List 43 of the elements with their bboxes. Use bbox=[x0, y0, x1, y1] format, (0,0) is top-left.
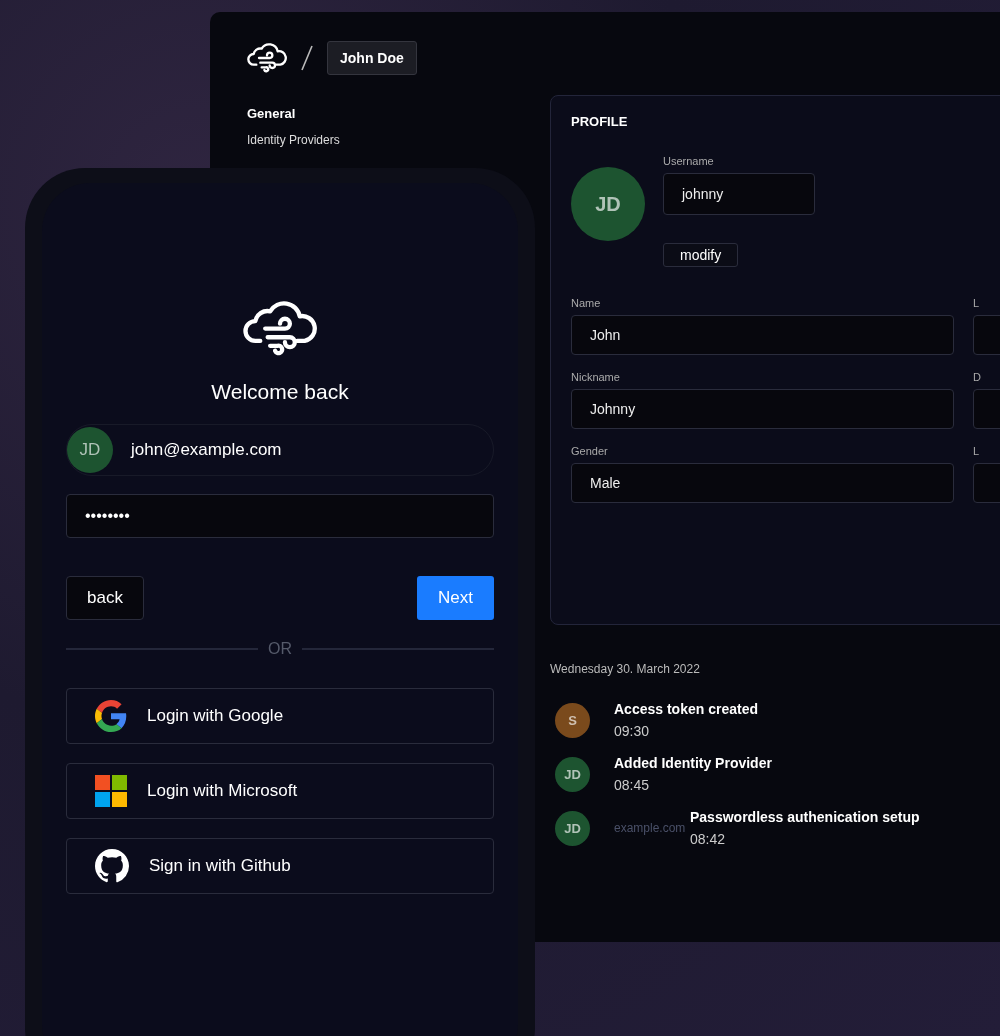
activity-time: 08:45 bbox=[614, 777, 651, 793]
next-button[interactable]: Next bbox=[417, 576, 494, 621]
social-login-button[interactable]: Login with Google bbox=[66, 688, 494, 745]
user-breadcrumb[interactable]: John Doe bbox=[327, 41, 417, 75]
input-field[interactable]: John bbox=[571, 315, 954, 355]
windows-logo-icon bbox=[95, 775, 127, 808]
activity-title: Access token created bbox=[614, 701, 758, 717]
modify-button[interactable]: modify bbox=[663, 243, 739, 267]
social-login-button[interactable]: Login with Microsoft bbox=[66, 763, 494, 820]
activity-title: Passwordless authenication setup bbox=[690, 809, 920, 825]
field-label: D bbox=[973, 371, 982, 383]
avatar: JD bbox=[555, 756, 590, 792]
activity-time: 08:42 bbox=[690, 831, 727, 847]
field-label: Nickname bbox=[571, 371, 621, 383]
cat-silhouette-icon bbox=[95, 849, 129, 884]
activity-date: Wednesday 30. March 2022 bbox=[550, 662, 701, 676]
cloud-logo-icon bbox=[247, 42, 287, 74]
avatar: JD bbox=[555, 810, 590, 846]
sidebar-item[interactable]: General bbox=[247, 106, 550, 121]
activity-time: 09:30 bbox=[614, 723, 651, 739]
social-login-button[interactable]: Sign in with Github bbox=[66, 838, 494, 895]
account-email: john@example.com bbox=[131, 440, 282, 461]
input-field[interactable]: johnny bbox=[663, 173, 815, 215]
field-label: Name bbox=[571, 297, 602, 309]
activity-title: Added Identity Provider bbox=[614, 755, 772, 771]
input-field[interactable]: Johnny bbox=[571, 389, 954, 429]
divider-label: OR bbox=[268, 640, 292, 659]
avatar: JD bbox=[571, 167, 645, 241]
avatar: JD bbox=[67, 427, 113, 474]
activity-source: example.com bbox=[614, 821, 687, 835]
password-field[interactable]: •••••••• bbox=[66, 494, 494, 539]
field-label: L bbox=[973, 445, 981, 457]
input-field[interactable]: Male bbox=[571, 463, 954, 503]
field-label: Username bbox=[663, 155, 714, 167]
field-label: Gender bbox=[571, 445, 609, 457]
card-title: PROFILE bbox=[571, 114, 629, 129]
field-label: L bbox=[973, 297, 981, 309]
google-icon bbox=[95, 700, 127, 733]
breadcrumb-separator bbox=[301, 45, 313, 71]
back-button[interactable]: back bbox=[66, 576, 144, 621]
avatar: S bbox=[555, 702, 590, 738]
sidebar-item[interactable]: Identity Providers bbox=[247, 133, 550, 147]
welcome-heading: Welcome back bbox=[210, 380, 350, 405]
